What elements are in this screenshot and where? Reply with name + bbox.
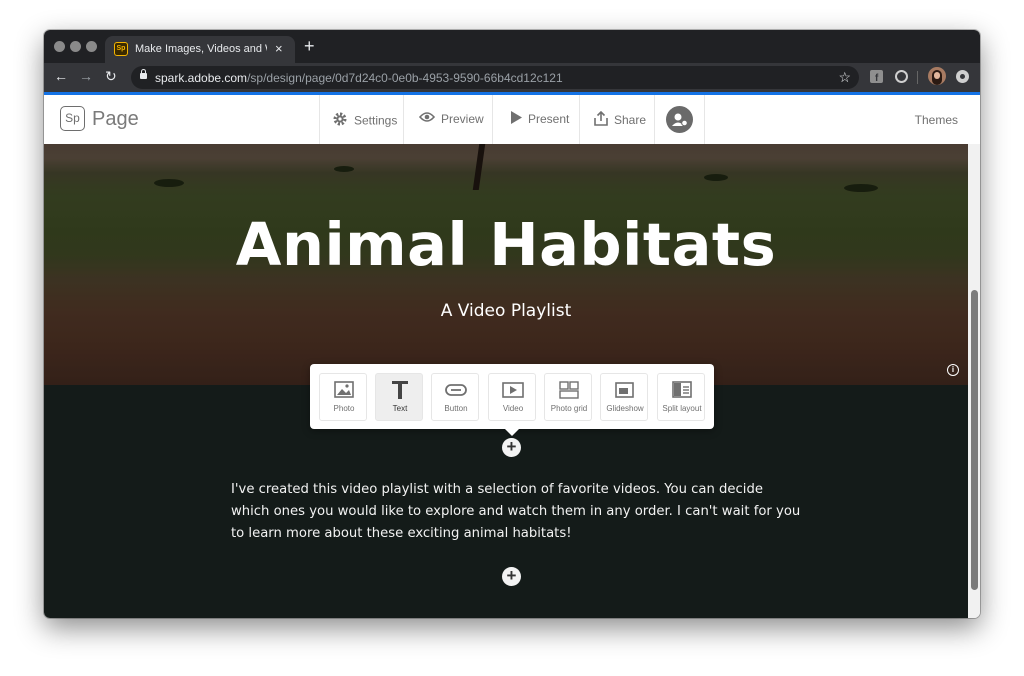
tab-close-icon[interactable]: ×	[275, 41, 283, 56]
button-icon	[432, 380, 480, 400]
photo-icon	[320, 380, 368, 400]
scrollbar-thumb[interactable]	[971, 290, 978, 590]
insert-button-button[interactable]: Button	[431, 373, 479, 421]
video-icon	[489, 380, 537, 400]
settings-button[interactable]: Settings	[332, 111, 397, 129]
insert-photo-grid-label: Photo grid	[550, 404, 588, 413]
split-layout-icon	[658, 380, 706, 400]
tab-title: Make Images, Videos and Web S	[135, 43, 267, 55]
svg-text:f: f	[875, 73, 879, 83]
gear-icon	[332, 111, 348, 130]
new-tab-button[interactable]: +	[304, 37, 315, 55]
settings-label: Settings	[354, 113, 398, 128]
eye-icon	[418, 111, 436, 126]
forward-arrow-icon[interactable]: →	[79, 68, 93, 84]
body-paragraph[interactable]: I've created this video playlist with a …	[231, 479, 801, 545]
lock-icon	[140, 69, 147, 79]
insert-text-button[interactable]: Text	[375, 373, 423, 421]
insert-photo-label: Photo	[333, 404, 355, 413]
insert-split-layout-button[interactable]: Split layout	[657, 373, 705, 421]
spark-logo-icon[interactable]: Sp	[60, 106, 85, 131]
extension-circle-icon[interactable]	[895, 70, 908, 83]
add-block-button[interactable]: +	[502, 438, 521, 457]
profile-avatar[interactable]	[928, 67, 946, 85]
url-host: spark.adobe.com	[155, 71, 248, 85]
collaborate-user-icon[interactable]	[666, 106, 693, 133]
address-bar[interactable]: spark.adobe.com/sp/design/page/0d7d24c0-…	[131, 66, 859, 89]
insert-text-label: Text	[392, 404, 408, 413]
preview-label: Preview	[441, 111, 484, 126]
toolbar-divider	[917, 71, 918, 84]
app-name: Page	[92, 108, 139, 130]
share-label: Share	[614, 113, 647, 127]
page-canvas: Animal Habitats A Video Playlist i Photo…	[44, 144, 968, 618]
url-path: /sp/design/page/0d7d24c0-0e0b-4953-9590-…	[247, 71, 563, 85]
browser-toolbar: ← → ↻ spark.adobe.com/sp/design/page/0d7…	[44, 63, 980, 92]
hero-image[interactable]: Animal Habitats A Video Playlist i	[44, 144, 968, 385]
browser-window: Sp Make Images, Videos and Web S × + ← →…	[44, 30, 980, 618]
insert-video-button[interactable]: Video	[488, 373, 536, 421]
url-text: spark.adobe.com/sp/design/page/0d7d24c0-…	[155, 71, 563, 85]
preview-button[interactable]: Preview	[418, 111, 484, 129]
themes-button[interactable]: Themes	[915, 113, 958, 127]
insert-glideshow-button[interactable]: Glideshow	[600, 373, 648, 421]
reload-icon[interactable]: ↻	[105, 68, 117, 85]
maximize-window-button[interactable]	[86, 41, 97, 52]
share-icon	[594, 110, 608, 129]
minimize-window-button[interactable]	[70, 41, 81, 52]
insert-photo-button[interactable]: Photo	[319, 373, 367, 421]
add-block-button[interactable]: +	[502, 567, 521, 586]
insert-video-label: Video	[502, 404, 524, 413]
back-arrow-icon[interactable]: ←	[54, 68, 68, 84]
insert-button-label: Button	[444, 404, 468, 413]
header-divider	[403, 95, 404, 144]
browser-tab[interactable]: Sp Make Images, Videos and Web S ×	[105, 36, 295, 63]
tab-strip: Sp Make Images, Videos and Web S × +	[44, 30, 980, 63]
insert-photo-grid-button[interactable]: Photo grid	[544, 373, 592, 421]
close-window-button[interactable]	[54, 41, 65, 52]
bookmark-star-icon[interactable]: ☆	[838, 69, 851, 86]
menu-icon[interactable]	[956, 70, 969, 83]
page-title[interactable]: Animal Habitats	[44, 210, 968, 279]
share-button[interactable]: Share	[594, 110, 647, 129]
menu-pointer	[505, 429, 519, 436]
spark-favicon-icon: Sp	[114, 42, 128, 56]
facebook-extension-icon[interactable]: f	[870, 70, 883, 84]
photo-grid-icon	[545, 380, 593, 400]
header-divider	[579, 95, 580, 144]
header-divider	[319, 95, 320, 144]
insert-content-menu: Photo Text Button Video Photo grid Glide…	[310, 364, 714, 429]
insert-split-layout-label: Split layout	[662, 404, 702, 413]
app-header: Sp Page Settings Preview Present Share T…	[44, 95, 980, 145]
glideshow-icon	[601, 380, 649, 400]
insert-glideshow-label: Glideshow	[606, 404, 644, 413]
play-icon	[510, 111, 522, 127]
page-subtitle[interactable]: A Video Playlist	[44, 301, 968, 321]
present-button[interactable]: Present	[510, 111, 569, 129]
info-icon[interactable]: i	[947, 364, 959, 376]
header-divider	[492, 95, 493, 144]
header-divider	[654, 95, 655, 144]
header-divider	[704, 95, 705, 144]
present-label: Present	[528, 112, 570, 126]
text-icon	[376, 380, 424, 400]
